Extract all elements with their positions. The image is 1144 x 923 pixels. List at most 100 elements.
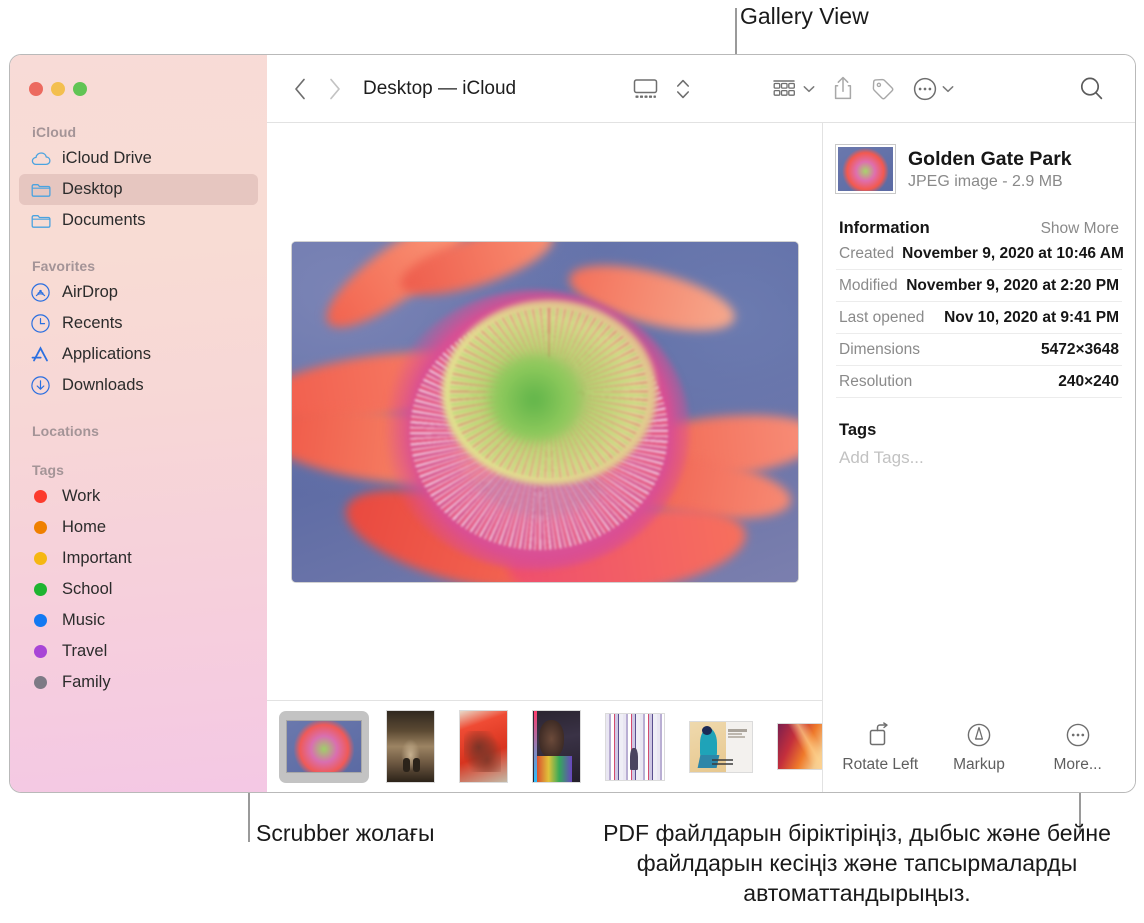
markup-button[interactable]: Markup <box>931 720 1027 774</box>
callout-leader-gallery-view <box>735 8 737 58</box>
search-button[interactable] <box>1079 76 1104 101</box>
sidebar-group-title-locations: Locations <box>32 423 100 439</box>
close-button[interactable] <box>29 82 43 96</box>
information-title: Information <box>839 219 930 237</box>
action-label: Markup <box>953 756 1005 773</box>
tags-section-title: Tags <box>839 421 877 439</box>
show-more-link[interactable]: Show More <box>1041 220 1119 238</box>
scrubber-thumbnail-portrait[interactable] <box>525 711 588 783</box>
callout-leader-scrubber <box>248 790 250 842</box>
more-actions-button[interactable]: More... <box>1030 720 1126 774</box>
sidebar-item-label: Important <box>62 549 132 567</box>
sidebar-tag-work[interactable]: Work <box>19 481 258 512</box>
sidebar-tag-travel[interactable]: Travel <box>19 636 258 667</box>
info-value: Nov 10, 2020 at 9:41 PM <box>944 309 1119 326</box>
share-button[interactable] <box>833 76 853 101</box>
scrubber-thumbnail-red-hands[interactable] <box>452 711 515 783</box>
sidebar-item-airdrop[interactable]: AirDrop <box>19 277 258 308</box>
scrubber-thumbnail-louisa-farris[interactable] <box>682 711 760 783</box>
sidebar-tag-home[interactable]: Home <box>19 512 258 543</box>
info-label: Dimensions <box>839 341 920 358</box>
group-items-button[interactable] <box>772 78 815 100</box>
markup-icon <box>966 720 992 750</box>
forward-button[interactable] <box>317 72 351 106</box>
scrubber-thumbnail-stripes[interactable] <box>598 711 672 783</box>
file-thumbnail <box>836 145 895 193</box>
sidebar-item-label: Documents <box>62 211 146 229</box>
search-icon <box>1080 77 1103 100</box>
action-menu-button[interactable] <box>913 77 954 101</box>
sidebar-item-label: Travel <box>62 642 108 660</box>
rotate-left-button[interactable]: Rotate Left <box>832 720 928 774</box>
toolbar: Desktop — iCloud <box>267 55 1135 123</box>
window-controls <box>10 67 267 96</box>
clock-icon <box>30 314 51 333</box>
sidebar-tag-important[interactable]: Important <box>19 543 258 574</box>
sidebar-group-title-tags: Tags <box>32 462 65 478</box>
tag-icon <box>872 78 893 99</box>
sidebar-tag-music[interactable]: Music <box>19 605 258 636</box>
scrubber-thumbnail-golden-gate-park[interactable] <box>279 710 369 783</box>
info-label: Last opened <box>839 309 925 326</box>
tag-dot-icon <box>30 581 51 599</box>
airdrop-icon <box>30 283 51 302</box>
info-panel: Golden Gate Park JPEG image - 2.9 MB Inf… <box>823 123 1135 792</box>
scrubber-strip[interactable] <box>267 700 822 792</box>
info-row-created: Created November 9, 2020 at 10:46 AM <box>836 238 1124 270</box>
zoom-button[interactable] <box>73 82 87 96</box>
info-value: November 9, 2020 at 10:46 AM <box>902 245 1124 262</box>
tag-dot-icon <box>30 519 51 537</box>
sidebar-item-desktop[interactable]: Desktop <box>19 174 258 205</box>
chevron-down-icon <box>803 80 815 98</box>
chevron-down-icon <box>942 80 954 98</box>
info-row-dimensions: Dimensions 5472×3648 <box>836 334 1122 366</box>
sidebar-item-label: School <box>62 580 113 598</box>
content-area: Golden Gate Park JPEG image - 2.9 MB Inf… <box>267 123 1135 792</box>
sidebar-item-downloads[interactable]: Downloads <box>19 370 258 401</box>
scrubber-thumbnail-gradient[interactable] <box>770 711 822 783</box>
rotate-left-icon <box>867 720 893 750</box>
info-row-modified: Modified November 9, 2020 at 2:20 PM <box>836 270 1122 302</box>
ellipsis-circle-icon <box>1065 720 1091 750</box>
applications-icon <box>30 346 51 364</box>
up-down-chevron-icon <box>676 79 689 98</box>
sidebar-item-label: Downloads <box>62 376 144 394</box>
sidebar-item-recents[interactable]: Recents <box>19 308 258 339</box>
callout-label-gallery-view: Gallery View <box>740 3 869 29</box>
sidebar-item-label: iCloud Drive <box>62 149 152 167</box>
info-value: 240×240 <box>1058 373 1119 390</box>
info-scroll-area: Golden Gate Park JPEG image - 2.9 MB Inf… <box>823 123 1135 720</box>
tag-dot-icon <box>30 643 51 661</box>
sidebar-item-applications[interactable]: Applications <box>19 339 258 370</box>
action-label: More... <box>1053 756 1102 773</box>
add-tags-input[interactable]: Add Tags... <box>836 448 1122 468</box>
preview-image-golden-gate-park[interactable] <box>291 241 798 582</box>
sidebar-tag-school[interactable]: School <box>19 574 258 605</box>
sidebar-item-label: Work <box>62 487 101 505</box>
tag-dot-icon <box>30 612 51 630</box>
sidebar-item-documents[interactable]: Documents <box>19 205 258 236</box>
tag-dot-icon <box>30 550 51 568</box>
sidebar-item-label: Recents <box>62 314 123 332</box>
info-label: Resolution <box>839 373 913 390</box>
sidebar-item-icloud-drive[interactable]: iCloud Drive <box>19 143 258 174</box>
sidebar-tag-family[interactable]: Family <box>19 667 258 698</box>
tag-dot-icon <box>30 674 51 692</box>
file-name: Golden Gate Park <box>908 147 1072 170</box>
scrubber-thumbnail-forest-path[interactable] <box>379 711 442 783</box>
group-items-icon <box>772 79 795 96</box>
share-icon <box>834 76 851 100</box>
sidebar-group-title-icloud: iCloud <box>32 124 77 140</box>
back-button[interactable] <box>283 72 317 106</box>
minimize-button[interactable] <box>51 82 65 96</box>
tag-button[interactable] <box>871 77 895 101</box>
main-column: Desktop — iCloud Golden Gate Park JPEG i… <box>267 55 1135 792</box>
info-value: 5472×3648 <box>1040 341 1119 358</box>
gallery-view-button[interactable] <box>633 78 658 100</box>
view-stepper-button[interactable] <box>676 76 690 102</box>
finder-window: iCloud iCloud Drive Desktop Documents Fa… <box>10 55 1135 792</box>
sidebar-item-label: AirDrop <box>62 283 118 301</box>
folder-icon <box>30 212 51 230</box>
folder-icon <box>30 181 51 199</box>
sidebar-item-label: Music <box>62 611 106 629</box>
